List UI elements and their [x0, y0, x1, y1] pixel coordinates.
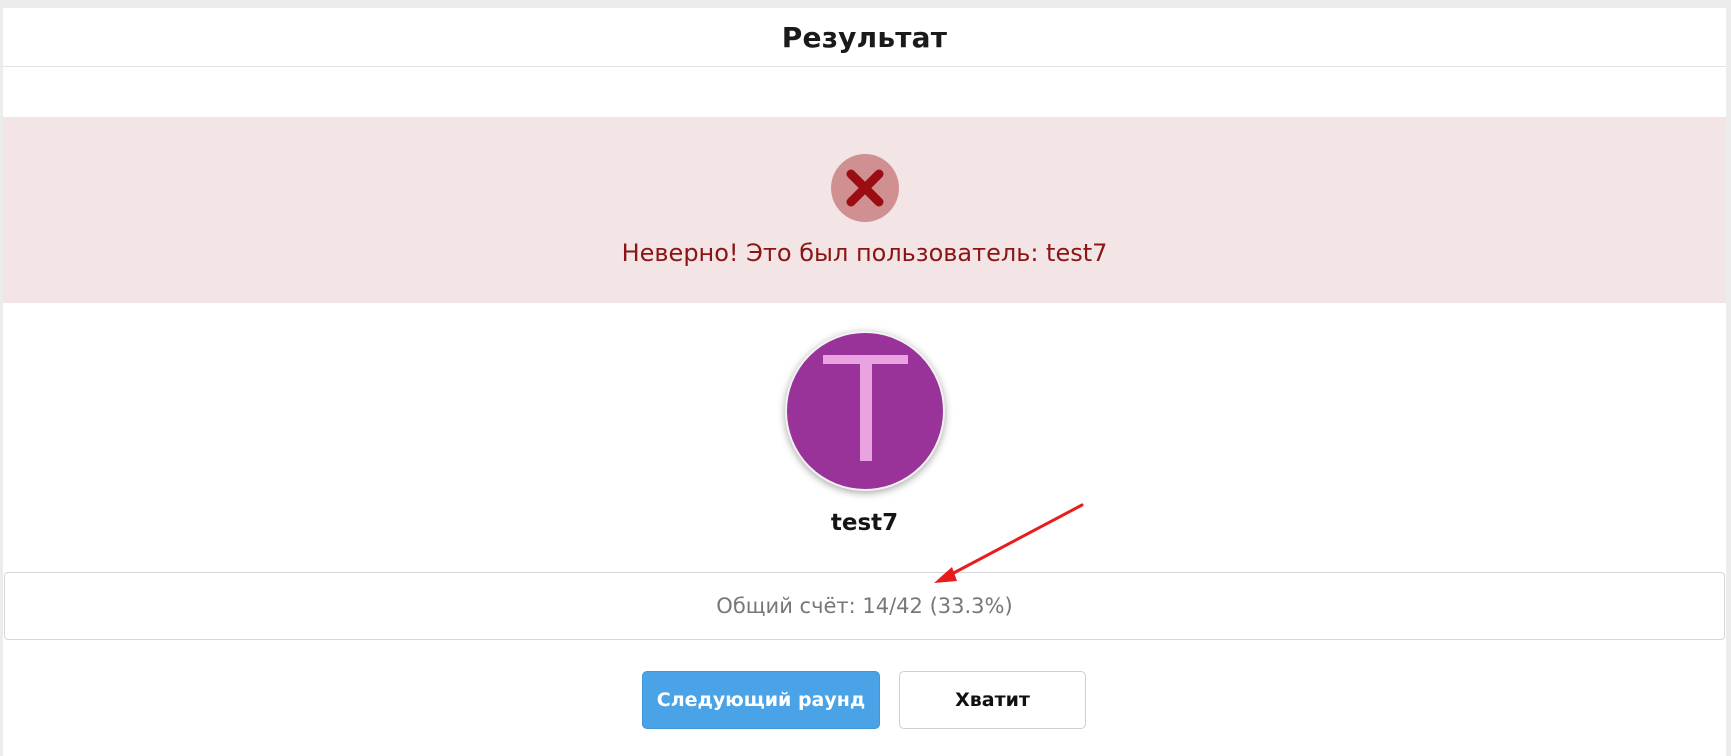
- avatar-letter: [823, 355, 908, 461]
- stop-button[interactable]: Хватит: [899, 671, 1086, 729]
- error-status-icon: [831, 154, 899, 222]
- cross-icon: [846, 169, 884, 207]
- result-page: Результат Неверно! Это был пользователь:…: [3, 8, 1726, 756]
- score-panel: Общий счёт: 14/42 (33.3%): [4, 572, 1725, 640]
- avatar: [785, 331, 945, 491]
- username: test7: [830, 510, 899, 536]
- page-title: Результат: [781, 20, 948, 54]
- next-round-button[interactable]: Следующий раунд: [642, 671, 880, 729]
- result-message: Неверно! Это был пользователь: test7: [621, 239, 1108, 267]
- header: Результат: [3, 8, 1726, 67]
- result-alert: Неверно! Это был пользователь: test7: [3, 117, 1726, 303]
- total-score: Общий счёт: 14/42 (33.3%): [716, 594, 1013, 618]
